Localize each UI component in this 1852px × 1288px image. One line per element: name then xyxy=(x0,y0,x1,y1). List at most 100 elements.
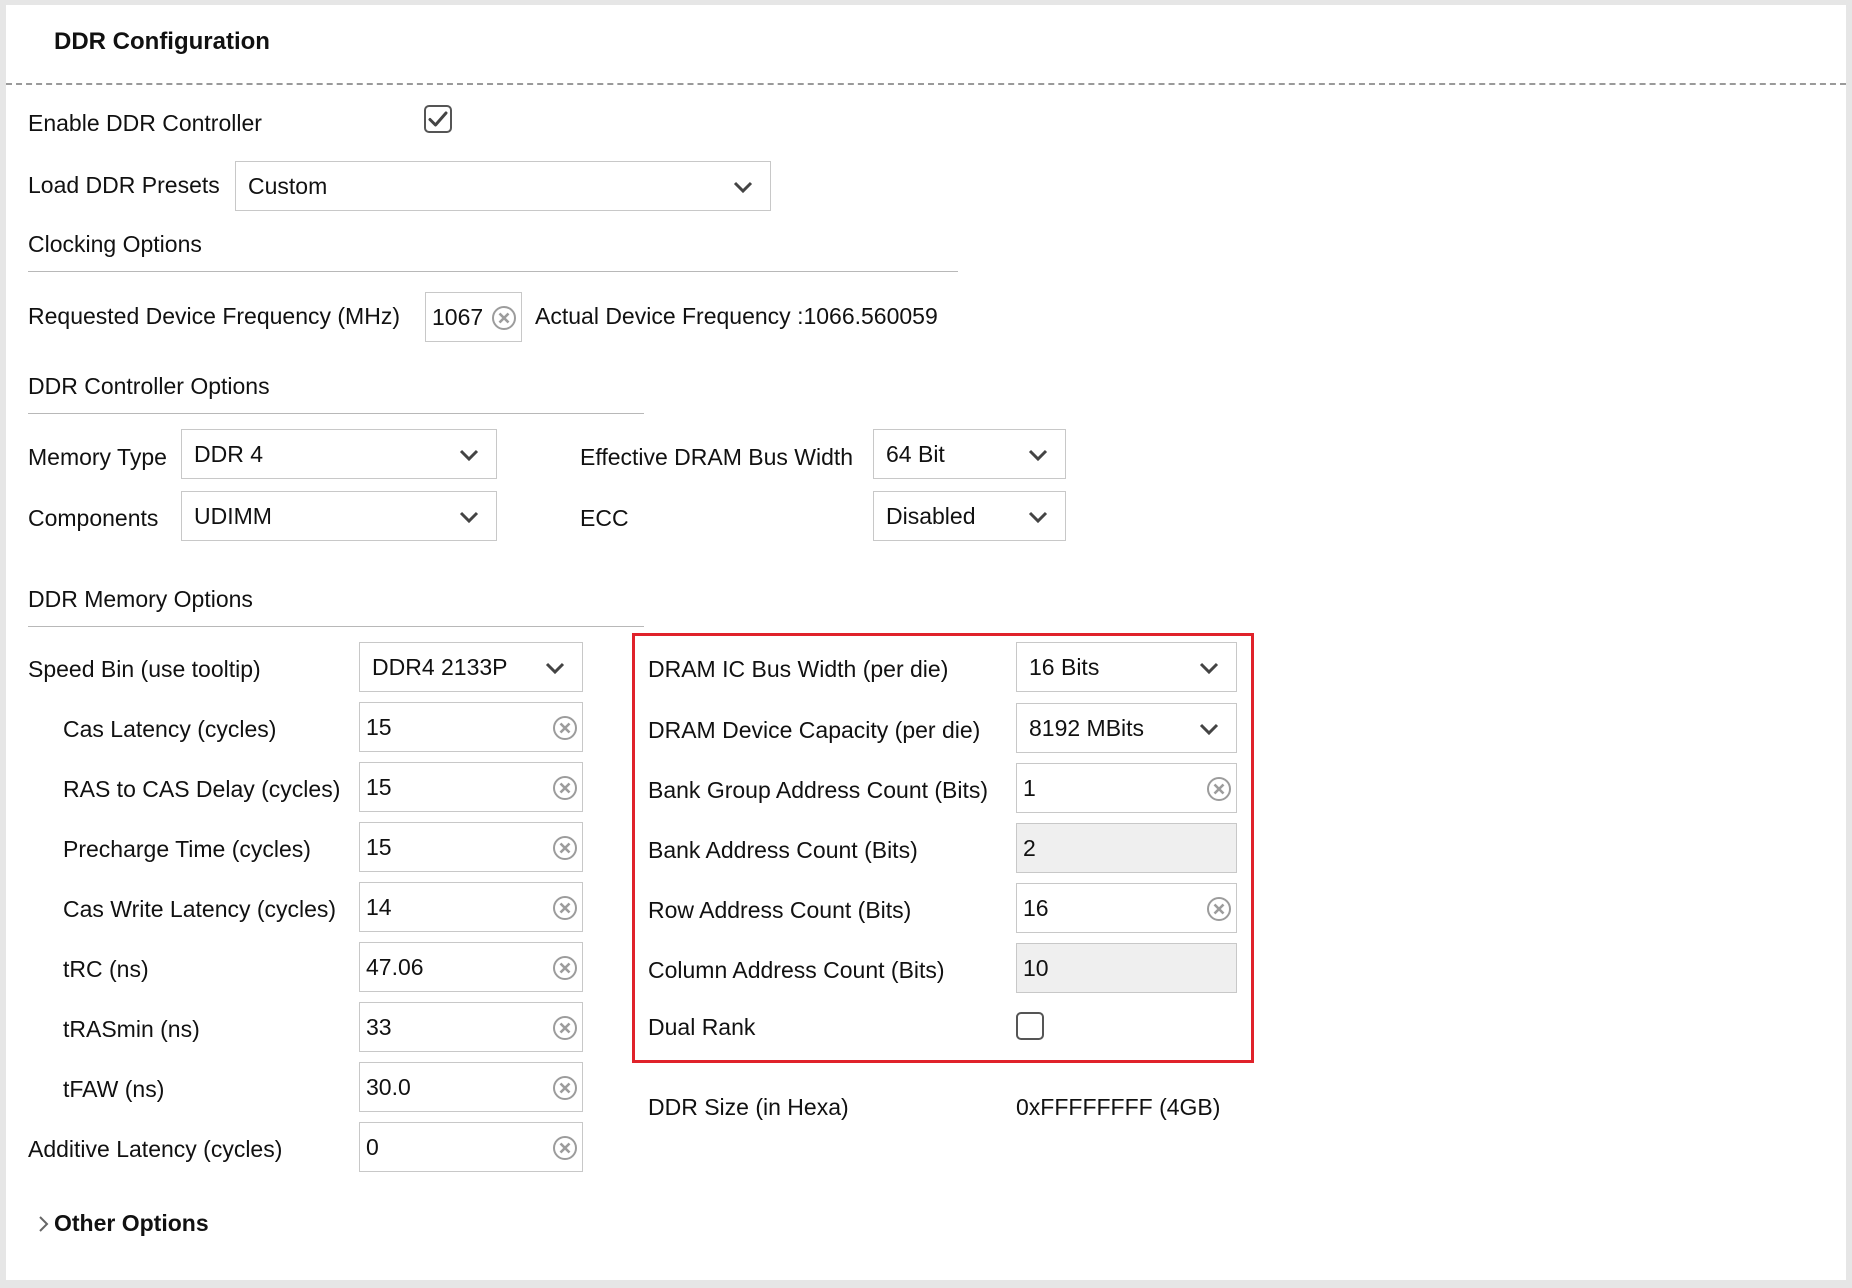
chevron-down-icon xyxy=(1028,449,1048,462)
cas-write-latency-label: Cas Write Latency (cycles) xyxy=(63,896,337,922)
device-capacity-dropdown[interactable]: 8192 MBits xyxy=(1016,703,1237,753)
tfaw-input[interactable]: 30.0 xyxy=(359,1062,583,1112)
ecc-dropdown[interactable]: Disabled xyxy=(873,491,1066,541)
clear-icon[interactable] xyxy=(1206,896,1232,922)
checkmark-icon xyxy=(428,111,448,127)
clear-icon[interactable] xyxy=(552,835,578,861)
cas-write-latency-value: 14 xyxy=(366,894,392,920)
requested-frequency-label: Requested Device Frequency (MHz) xyxy=(28,303,400,329)
column-address-readonly: 10 xyxy=(1016,943,1237,993)
row-address-label: Row Address Count (Bits) xyxy=(648,897,912,923)
memory-options-title: DDR Memory Options xyxy=(28,586,253,612)
trc-input[interactable]: 47.06 xyxy=(359,942,583,992)
clear-icon[interactable] xyxy=(552,715,578,741)
chevron-down-icon xyxy=(459,511,479,524)
dual-rank-checkbox[interactable] xyxy=(1016,1012,1044,1040)
ecc-value: Disabled xyxy=(886,503,976,529)
tfaw-value: 30.0 xyxy=(366,1074,411,1100)
chevron-down-icon xyxy=(733,181,753,194)
cas-latency-value: 15 xyxy=(366,714,392,740)
column-address-value: 10 xyxy=(1023,955,1049,981)
device-capacity-value: 8192 MBits xyxy=(1029,715,1145,741)
chevron-down-icon xyxy=(1199,662,1219,675)
ddr-configuration-panel: DDR Configuration Enable DDR Controller … xyxy=(6,5,1846,1280)
memory-divider xyxy=(28,626,644,627)
trasmin-label: tRASmin (ns) xyxy=(63,1016,200,1042)
clear-icon[interactable] xyxy=(552,775,578,801)
enable-ddr-label: Enable DDR Controller xyxy=(28,110,262,136)
other-options-title: Other Options xyxy=(54,1210,209,1236)
page-title: DDR Configuration xyxy=(54,28,270,55)
device-capacity-label: DRAM Device Capacity (per die) xyxy=(648,717,981,743)
memory-type-label: Memory Type xyxy=(28,444,167,470)
load-presets-label: Load DDR Presets xyxy=(28,172,220,198)
speed-bin-label: Speed Bin (use tooltip) xyxy=(28,656,261,682)
cas-write-latency-input[interactable]: 14 xyxy=(359,882,583,932)
clocking-divider xyxy=(28,271,958,272)
bank-group-input[interactable]: 1 xyxy=(1016,763,1237,813)
bus-width-label: Effective DRAM Bus Width xyxy=(580,444,854,470)
components-dropdown[interactable]: UDIMM xyxy=(181,491,497,541)
ddr-size-value: 0xFFFFFFFF (4GB) xyxy=(1016,1094,1221,1120)
clear-icon[interactable] xyxy=(552,1075,578,1101)
ic-bus-width-value: 16 Bits xyxy=(1029,654,1100,680)
clocking-options-title: Clocking Options xyxy=(28,231,202,257)
bank-group-label: Bank Group Address Count (Bits) xyxy=(648,777,989,803)
header-divider xyxy=(6,83,1846,85)
memory-type-value: DDR 4 xyxy=(194,441,264,467)
additive-latency-value: 0 xyxy=(366,1134,379,1160)
trc-label: tRC (ns) xyxy=(63,956,149,982)
precharge-time-value: 15 xyxy=(366,834,392,860)
controller-options-title: DDR Controller Options xyxy=(28,373,270,399)
ras-to-cas-value: 15 xyxy=(366,774,392,800)
trc-value: 47.06 xyxy=(366,954,424,980)
dual-rank-label: Dual Rank xyxy=(648,1014,756,1040)
other-options-toggle[interactable]: Other Options xyxy=(32,1208,232,1240)
chevron-down-icon xyxy=(459,449,479,462)
trasmin-value: 33 xyxy=(366,1014,392,1040)
clear-icon[interactable] xyxy=(552,1015,578,1041)
clear-icon[interactable] xyxy=(552,895,578,921)
clear-icon[interactable] xyxy=(1206,776,1232,802)
controller-divider xyxy=(28,413,644,414)
requested-frequency-input[interactable]: 1067 xyxy=(425,292,522,342)
bank-group-value: 1 xyxy=(1023,775,1036,801)
requested-frequency-value: 1067 xyxy=(432,304,484,330)
bank-address-label: Bank Address Count (Bits) xyxy=(648,837,918,863)
clear-icon[interactable] xyxy=(552,1135,578,1161)
components-label: Components xyxy=(28,505,159,531)
speed-bin-value: DDR4 2133P xyxy=(372,654,508,680)
chevron-down-icon xyxy=(545,662,565,675)
row-address-value: 16 xyxy=(1023,895,1049,921)
speed-bin-dropdown[interactable]: DDR4 2133P xyxy=(359,642,583,692)
bank-address-readonly: 2 xyxy=(1016,823,1237,873)
bus-width-value: 64 Bit xyxy=(886,441,945,467)
cas-latency-input[interactable]: 15 xyxy=(359,702,583,752)
bank-address-value: 2 xyxy=(1023,835,1036,861)
clear-icon[interactable] xyxy=(491,305,517,331)
additive-latency-input[interactable]: 0 xyxy=(359,1122,583,1172)
column-address-label: Column Address Count (Bits) xyxy=(648,957,945,983)
ic-bus-width-label: DRAM IC Bus Width (per die) xyxy=(648,656,949,682)
load-presets-value: Custom xyxy=(248,173,328,199)
additive-latency-label: Additive Latency (cycles) xyxy=(28,1136,283,1162)
chevron-down-icon xyxy=(1028,511,1048,524)
tfaw-label: tFAW (ns) xyxy=(63,1076,165,1102)
ras-to-cas-label: RAS to CAS Delay (cycles) xyxy=(63,776,341,802)
load-presets-dropdown[interactable]: Custom xyxy=(235,161,771,211)
ras-to-cas-input[interactable]: 15 xyxy=(359,762,583,812)
precharge-time-input[interactable]: 15 xyxy=(359,822,583,872)
trasmin-input[interactable]: 33 xyxy=(359,1002,583,1052)
ecc-label: ECC xyxy=(580,505,629,531)
ddr-size-label: DDR Size (in Hexa) xyxy=(648,1094,849,1120)
row-address-input[interactable]: 16 xyxy=(1016,883,1237,933)
components-value: UDIMM xyxy=(194,503,272,529)
precharge-time-label: Precharge Time (cycles) xyxy=(63,836,311,862)
enable-ddr-checkbox[interactable] xyxy=(424,105,452,133)
chevron-right-icon xyxy=(39,1216,49,1232)
bus-width-dropdown[interactable]: 64 Bit xyxy=(873,429,1066,479)
clear-icon[interactable] xyxy=(552,955,578,981)
ic-bus-width-dropdown[interactable]: 16 Bits xyxy=(1016,642,1237,692)
chevron-down-icon xyxy=(1199,723,1219,736)
memory-type-dropdown[interactable]: DDR 4 xyxy=(181,429,497,479)
